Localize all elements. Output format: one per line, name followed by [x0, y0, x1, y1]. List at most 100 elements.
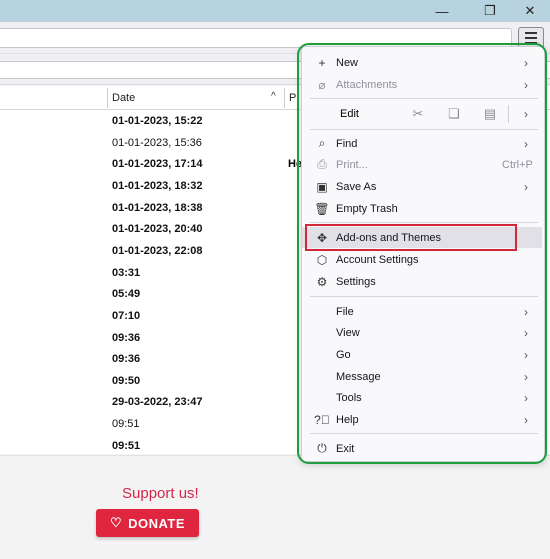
chevron-right-icon[interactable]: › [524, 107, 528, 121]
menu-item-label: Attachments [336, 78, 398, 91]
row-date: 01-01-2023, 17:14 [112, 158, 203, 171]
menu-item-label: New [336, 56, 359, 69]
search-input[interactable] [0, 28, 512, 48]
menu-separator [310, 222, 538, 223]
power-icon: ⏻ [317, 441, 327, 455]
menu-item-label: Go [336, 348, 351, 361]
menu-item-find[interactable]: ⌕ Find › [302, 133, 542, 154]
next-column-header[interactable]: Pi [289, 92, 299, 104]
menu-item-label: Print... [336, 158, 368, 171]
menu-separator [310, 433, 538, 434]
row-date: 03:31 [112, 266, 141, 279]
puzzle-icon: ✥ [316, 230, 328, 245]
menu-item-save-as[interactable]: ▣ Save As › [302, 176, 542, 197]
row-date: 01-01-2023, 18:32 [112, 179, 203, 192]
menu-item-label: Help [336, 413, 359, 426]
row-date: 09:51 [112, 439, 141, 452]
menu-item-exit[interactable]: ⏻ Exit [302, 438, 542, 459]
menu-item-label: Account Settings [336, 253, 419, 266]
row-date: 07:10 [112, 309, 141, 322]
row-date: 01-01-2023, 15:36 [112, 136, 202, 149]
shortcut-label: Ctrl+P [502, 158, 533, 171]
plus-icon: + [318, 55, 326, 70]
row-date: 09:36 [112, 331, 141, 344]
chevron-right-icon: › [524, 390, 528, 405]
row-date: 05:49 [112, 288, 141, 301]
menu-item-label: Settings [336, 275, 376, 288]
row-date: 09:50 [112, 374, 141, 387]
donate-button[interactable]: ♡ DONATE [96, 509, 199, 537]
menu-item-addons-and-themes[interactable]: ✥ Add-ons and Themes [302, 227, 542, 248]
chevron-right-icon: › [524, 325, 528, 340]
app-menu-popup: + New › ⌀ Attachments › Edit ✂ ❏ ▤ › ⌕ F… [301, 46, 545, 462]
row-date: 09:36 [112, 353, 141, 366]
paste-button[interactable]: ▤ [480, 104, 500, 124]
menu-item-tools[interactable]: Tools › [302, 387, 542, 408]
menu-item-label: Add-ons and Themes [336, 231, 441, 244]
row-date: 01-01-2023, 20:40 [112, 223, 203, 236]
menu-item-file[interactable]: File › [302, 301, 542, 322]
paperclip-icon: ⌀ [318, 77, 326, 92]
save-icon: ▣ [316, 179, 328, 194]
menu-item-attachments[interactable]: ⌀ Attachments › [302, 74, 542, 95]
chevron-right-icon: › [524, 136, 528, 151]
column-separator[interactable] [107, 88, 108, 108]
row-date: 01-01-2023, 22:08 [112, 244, 203, 257]
heart-icon: ♡ [109, 515, 123, 530]
date-column-header[interactable]: Date [112, 92, 135, 104]
close-button[interactable]: ✕ [510, 0, 550, 22]
menu-item-message[interactable]: Message › [302, 366, 542, 387]
menu-item-print[interactable]: ⎙ Print... Ctrl+P [302, 154, 542, 175]
menu-item-go[interactable]: Go › [302, 344, 542, 365]
menu-separator [310, 296, 538, 297]
row-date: 01-01-2023, 18:38 [112, 201, 203, 214]
hamburger-icon-line [525, 37, 537, 39]
clipboard-icon: ▤ [483, 106, 497, 121]
support-footer: Support us! ♡ DONATE [0, 455, 550, 559]
chevron-right-icon: › [524, 179, 528, 194]
menu-item-label: Find [336, 137, 358, 150]
menu-item-label: Message [336, 370, 381, 383]
restore-icon: ❐ [484, 3, 496, 18]
trash-icon: 🗑 [314, 201, 330, 216]
copy-icon: ❏ [448, 106, 460, 121]
chevron-right-icon: › [524, 347, 528, 362]
menu-item-label: Save As [336, 180, 377, 193]
menu-item-label: Empty Trash [336, 202, 398, 215]
menu-item-label: View [336, 326, 360, 339]
menu-separator [508, 105, 509, 123]
row-date: 01-01-2023, 15:22 [112, 115, 203, 127]
search-icon: ⌕ [318, 136, 326, 150]
menu-item-account-settings[interactable]: ⬡ Account Settings [302, 249, 542, 270]
copy-button[interactable]: ❏ [444, 104, 464, 124]
row-date: 09:51 [112, 418, 140, 431]
menu-item-help[interactable]: ?⃝ Help › [302, 409, 542, 430]
menu-item-empty-trash[interactable]: 🗑 Empty Trash [302, 198, 542, 219]
cut-button[interactable]: ✂ [408, 104, 428, 124]
menu-separator [310, 98, 538, 99]
column-separator[interactable] [284, 88, 285, 108]
gear-icon: ⚙ [316, 274, 328, 289]
row-date: 29-03-2022, 23:47 [112, 396, 203, 409]
restore-button[interactable]: ❐ [470, 0, 510, 22]
sort-ascending-icon: ^ [271, 91, 276, 102]
hamburger-icon [525, 32, 537, 34]
minimize-button[interactable]: — [422, 0, 462, 22]
menu-item-settings[interactable]: ⚙ Settings [302, 271, 542, 292]
donate-label: DONATE [128, 515, 186, 531]
menu-separator [310, 129, 538, 130]
window-titlebar: — ❐ ✕ [0, 0, 550, 22]
chevron-right-icon: › [524, 369, 528, 384]
minimize-icon: — [435, 3, 449, 19]
menu-item-label: File [336, 305, 354, 318]
support-text: Support us! [122, 485, 199, 502]
scissors-icon: ✂ [412, 106, 424, 121]
hamburger-icon-line [525, 42, 537, 44]
close-icon: ✕ [524, 3, 536, 18]
help-icon: ?⃝ [314, 412, 330, 427]
menu-item-label: Tools [336, 391, 362, 404]
menu-item-new[interactable]: + New › [302, 52, 542, 73]
menu-item-view[interactable]: View › [302, 322, 542, 343]
row-subject-fragment: He [288, 158, 303, 171]
account-icon: ⬡ [316, 252, 328, 267]
